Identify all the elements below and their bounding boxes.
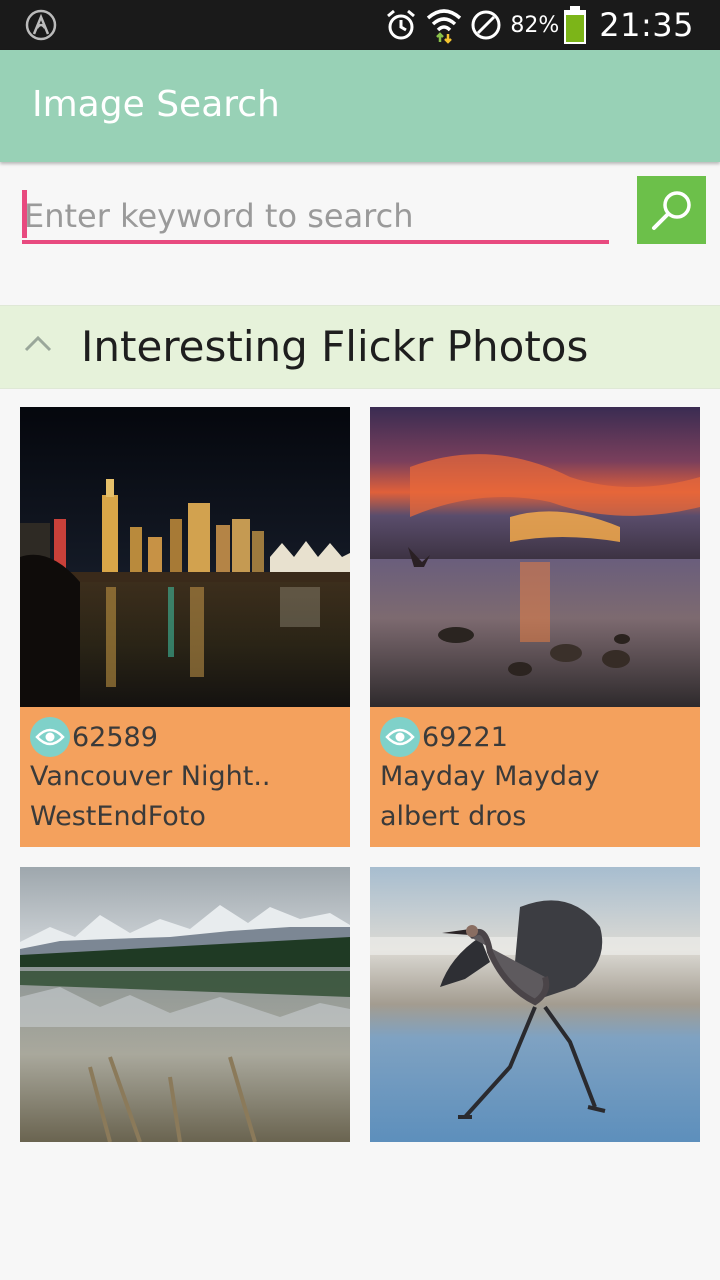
search-underline xyxy=(22,240,609,244)
wifi-icon xyxy=(427,9,462,44)
chevron-up-icon[interactable] xyxy=(24,334,52,354)
search-input[interactable] xyxy=(22,190,611,242)
photo-title: Vancouver Night.. xyxy=(30,761,271,792)
search-field[interactable] xyxy=(22,176,611,246)
view-count-value: 62589 xyxy=(72,721,158,753)
section-header[interactable]: Interesting Flickr Photos xyxy=(0,305,720,389)
photo-card[interactable]: 62589 Vancouver Night.. WestEndFoto xyxy=(20,407,350,847)
battery-percent: 82% xyxy=(510,12,560,38)
photo-author: albert dros xyxy=(380,801,527,832)
photo-author: WestEndFoto xyxy=(30,801,206,832)
photo-title: Mayday Mayday xyxy=(380,761,600,792)
photo-mountain-lake[interactable] xyxy=(20,867,350,1142)
app-notification-icon xyxy=(25,9,57,41)
alarm-icon xyxy=(387,9,416,40)
photo-heron[interactable] xyxy=(370,867,700,1142)
view-count: 62589 xyxy=(30,717,158,757)
view-count: 69221 xyxy=(380,717,508,757)
eye-icon xyxy=(380,717,420,757)
status-bar: 82% 21:35 xyxy=(0,0,720,50)
photo-card[interactable] xyxy=(20,867,350,1142)
text-cursor xyxy=(22,190,27,238)
photo-card[interactable] xyxy=(370,867,700,1142)
photo-info: 69221 Mayday Mayday albert dros xyxy=(370,707,700,847)
search-icon xyxy=(651,191,691,230)
search-button[interactable] xyxy=(637,176,706,244)
app-title: Image Search xyxy=(32,84,280,125)
eye-icon xyxy=(30,717,70,757)
battery-icon xyxy=(564,6,587,44)
view-count-value: 69221 xyxy=(422,721,508,753)
section-title: Interesting Flickr Photos xyxy=(81,322,589,371)
blocked-icon xyxy=(471,10,501,40)
app-bar: Image Search xyxy=(0,50,720,162)
clock: 21:35 xyxy=(599,6,694,44)
photo-info: 62589 Vancouver Night.. WestEndFoto xyxy=(20,707,350,847)
photo-mayday-sunset[interactable] xyxy=(370,407,700,707)
photo-card[interactable]: 69221 Mayday Mayday albert dros xyxy=(370,407,700,847)
photo-vancouver-night[interactable] xyxy=(20,407,350,707)
